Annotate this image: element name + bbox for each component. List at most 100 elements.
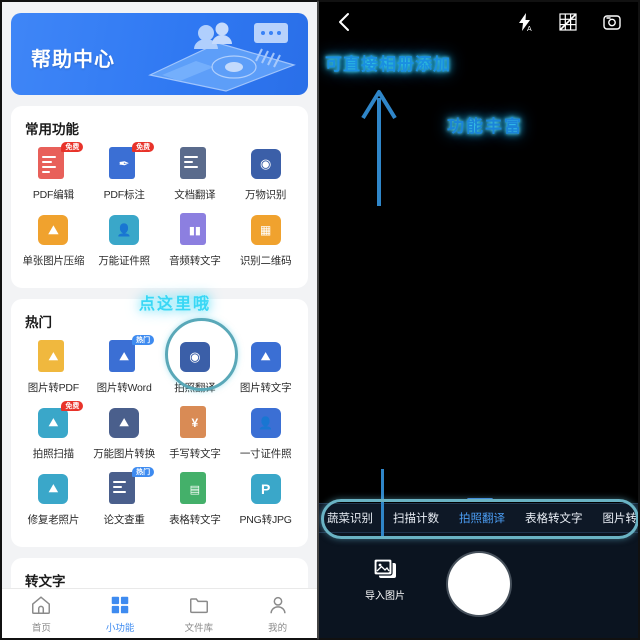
annotation-arrow-tail xyxy=(381,469,384,539)
badge-free: 免费 xyxy=(61,401,84,411)
tab-image-to-word[interactable]: 图片转wo xyxy=(603,510,639,526)
badge-hot: 热门 xyxy=(132,467,155,477)
tool-handwrite-to-text[interactable]: ¥ 手写转文字 xyxy=(160,406,231,461)
camera-flip-icon[interactable] xyxy=(602,12,622,32)
nav-label: 我的 xyxy=(268,622,288,634)
nav-item-files[interactable]: 文件库 xyxy=(160,594,239,634)
tool-png-to-jpg[interactable]: P PNG转JPG xyxy=(230,472,301,527)
pdf-edit-icon: 免费 xyxy=(36,142,84,181)
pdf-annotate-icon: ✒ 免费 xyxy=(107,142,155,181)
help-center-banner[interactable]: 帮助中心 xyxy=(11,13,308,95)
nav-label: 小功能 xyxy=(105,622,135,634)
image-to-text-icon: ⛰ xyxy=(249,340,283,374)
section-hot: 热门 ⛰ 图片转PDF ⛰ 热门 图片转Word ◉ 拍照翻译 ⛰ 图片转文字 … xyxy=(11,299,308,547)
tab-vegetable-recognize[interactable]: 蔬菜识别 xyxy=(327,510,373,526)
png-to-jpg-icon: P xyxy=(249,472,283,506)
person-icon xyxy=(270,596,286,613)
annotation-arrow-up xyxy=(361,90,397,206)
left-phone-home-screen: 帮助中心 常用功能 免费 PDF编辑 ✒ 免费 PDF标注 文档翻译 ◉ 万物识… xyxy=(0,0,318,640)
tool-label: 单张图片压缩 xyxy=(22,255,85,267)
nav-label: 首页 xyxy=(31,622,51,634)
chevron-left-icon[interactable] xyxy=(335,11,353,33)
annotation-click-here: 点这里哦 xyxy=(139,296,212,313)
nav-item-tools[interactable]: 小功能 xyxy=(81,594,160,634)
nav-item-profile[interactable]: 我的 xyxy=(238,594,317,634)
tab-photo-translate[interactable]: 拍照翻译 xyxy=(459,510,505,526)
folder-icon xyxy=(189,597,208,613)
tool-label: 万能图片转换 xyxy=(93,448,156,460)
tool-label: 万能证件照 xyxy=(98,255,150,267)
qr-scan-icon: ▦ xyxy=(249,213,283,247)
section-title: 常用功能 xyxy=(25,122,79,137)
hot-grid: ⛰ 图片转PDF ⛰ 热门 图片转Word ◉ 拍照翻译 ⛰ 图片转文字 ⛰ 免… xyxy=(18,335,301,538)
nav-item-home[interactable]: 首页 xyxy=(2,594,81,634)
annotation-rich-features: 功能丰富 xyxy=(447,117,523,136)
right-phone-camera-screen: A 可直接相册添加 功能丰富 蔬菜识别 扫描计数 拍照翻译 表格转文字 图片转 … xyxy=(318,0,640,640)
grid-off-icon[interactable] xyxy=(558,12,578,32)
tool-image-to-pdf[interactable]: ⛰ 图片转PDF xyxy=(18,340,89,395)
tool-label: 万物识别 xyxy=(245,189,287,201)
tool-image-compress[interactable]: ⛰ 单张图片压缩 xyxy=(18,213,89,268)
tool-image-convert[interactable]: ⛰ 万能图片转换 xyxy=(89,406,160,461)
svg-text:A: A xyxy=(527,26,532,32)
camera-bottom-controls: 导入图片 xyxy=(319,469,638,638)
tab-active-indicator xyxy=(467,498,493,501)
grid-icon xyxy=(111,596,129,613)
tool-photo-scan[interactable]: ⛰ 免费 拍照扫描 xyxy=(18,401,89,461)
tab-scan-count[interactable]: 扫描计数 xyxy=(393,510,439,526)
tool-doc-translate[interactable]: 文档翻译 xyxy=(160,147,231,202)
annotation-highlight-circle xyxy=(165,318,238,391)
doc-translate-icon xyxy=(178,147,212,181)
flash-auto-icon[interactable]: A xyxy=(516,12,534,32)
section-common-functions: 常用功能 免费 PDF编辑 ✒ 免费 PDF标注 文档翻译 ◉ 万物识别 ⛰ 单… xyxy=(11,106,308,288)
tool-restore-photo[interactable]: ⛰ 修复老照片 xyxy=(18,472,89,527)
tool-label: 音频转文字 xyxy=(169,255,221,267)
tool-image-to-word[interactable]: ⛰ 热门 图片转Word xyxy=(89,335,160,395)
tool-label: 图片转PDF xyxy=(27,382,80,394)
tool-pdf-edit[interactable]: 免费 PDF编辑 xyxy=(18,142,89,202)
section-title: 转文字 xyxy=(25,574,66,588)
banner-illustration xyxy=(148,22,296,92)
tab-table-to-text[interactable]: 表格转文字 xyxy=(525,510,583,526)
tool-label: 识别二维码 xyxy=(239,255,292,267)
tool-plagiarism-check[interactable]: 热门 论文查重 xyxy=(89,467,160,527)
tool-object-recognize[interactable]: ◉ 万物识别 xyxy=(230,147,301,202)
tool-table-to-text[interactable]: ▤ 表格转文字 xyxy=(160,472,231,527)
tool-audio-to-text[interactable]: ▮▮ 音频转文字 xyxy=(160,213,231,268)
image-compress-icon: ⛰ xyxy=(36,213,70,247)
section-title: 热门 xyxy=(25,315,52,330)
image-to-pdf-icon: ⛰ xyxy=(36,340,70,374)
tool-id-photo[interactable]: 👤 万能证件照 xyxy=(89,213,160,268)
tool-label: 拍照扫描 xyxy=(32,448,74,460)
id-photo-icon: 👤 xyxy=(107,213,141,247)
shutter-button[interactable] xyxy=(447,553,510,615)
tool-label: 图片转文字 xyxy=(239,382,292,394)
tool-one-inch-photo[interactable]: 👤 一寸证件照 xyxy=(230,406,301,461)
image-convert-icon: ⛰ xyxy=(107,406,141,440)
table-to-text-icon: ▤ xyxy=(178,472,212,506)
tool-label: 手写转文字 xyxy=(169,448,221,460)
tool-label: 论文查重 xyxy=(103,514,145,526)
tool-label: PNG转JPG xyxy=(239,514,292,526)
import-image-button[interactable]: 导入图片 xyxy=(365,558,405,602)
tool-label: 修复老照片 xyxy=(27,514,80,526)
tool-label: 图片转Word xyxy=(96,382,152,394)
section-to-text: 转文字 T ▮▮ ▶ xyxy=(11,558,308,588)
annotation-album-add: 可直接相册添加 xyxy=(325,55,451,74)
tool-pdf-annotate[interactable]: ✒ 免费 PDF标注 xyxy=(89,142,160,202)
tool-label: PDF标注 xyxy=(103,189,145,201)
badge-free: 免费 xyxy=(132,142,155,152)
tool-qr-scan[interactable]: ▦ 识别二维码 xyxy=(230,213,301,268)
camera-mode-tabbar: 蔬菜识别 扫描计数 拍照翻译 表格转文字 图片转wo xyxy=(319,498,639,539)
nav-label: 文件库 xyxy=(184,622,214,634)
tool-label: 文档翻译 xyxy=(174,189,216,201)
banner-title: 帮助中心 xyxy=(31,49,115,71)
handwrite-to-text-icon: ¥ xyxy=(178,406,212,440)
plagiarism-check-icon: 热门 xyxy=(107,467,155,506)
badge-hot: 热门 xyxy=(132,335,155,345)
photo-stack-icon xyxy=(373,558,396,578)
tool-image-to-text[interactable]: ⛰ 图片转文字 xyxy=(230,340,301,395)
home-icon xyxy=(32,595,51,614)
camera-viewfinder[interactable]: 可直接相册添加 功能丰富 xyxy=(319,42,638,503)
import-image-label: 导入图片 xyxy=(365,591,405,602)
